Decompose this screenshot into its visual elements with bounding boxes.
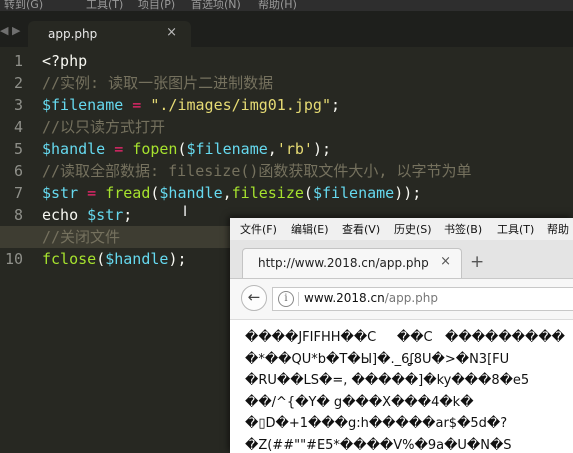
browser-window: 文件(F) 编辑(E) 查看(V) 历史(S) 书签(B) 工具(T) 帮助 h… [230,218,573,453]
code-token: ); [168,250,187,268]
back-arrow-icon[interactable]: ← [241,285,267,311]
menu-preferences[interactable]: 首选项(N) [191,0,241,11]
line-number: 6 [13,162,23,180]
code-token: ; [123,206,133,224]
code-token: $str [42,184,79,202]
address-separator [298,292,299,306]
code-token: ( [303,184,313,202]
code-token: = [123,96,151,114]
text-cursor-icon: I [183,204,188,220]
line-number: 4 [13,118,23,136]
code-token: 'rb' [276,140,313,158]
browser-nav-bar: ← i www.2018.cn/app.php [230,279,573,320]
code-token: filesize [231,184,304,202]
editor-menu-bar: 转到(G) 工具(T) 项目(P) 首选项(N) 帮助(H) [0,0,573,11]
code-token: $handle [159,184,223,202]
binary-text-line: �▯D�+1���g:h�����ar$�5d�? [245,416,508,431]
line-number: 5 [13,140,23,158]
code-token: fread [105,184,151,202]
browser-tab-title: http://www.2018.cn/app.php [258,256,429,270]
code-line[interactable]: //实例: 读取一张图片二进制数据 [42,72,573,94]
code-token: ); [312,140,331,158]
tab-nav-arrows-icon[interactable]: ◀ ▶ [0,24,20,37]
menu-goto[interactable]: 转到(G) [4,0,43,11]
code-token: ( [177,140,187,158]
browser-menu-tools[interactable]: 工具(T) [497,221,534,237]
code-token: echo [42,206,88,224]
binary-text-line: ��/^{�Y� g���X���4�k� [245,394,474,410]
code-token: fopen [132,140,178,158]
code-token: ; [331,96,341,114]
address-bar[interactable]: i www.2018.cn/app.php [272,287,573,311]
editor-tab-strip: ◀ ▶ app.php × [0,11,573,47]
browser-menu-bar: 文件(F) 编辑(E) 查看(V) 历史(S) 书签(B) 工具(T) 帮助 [230,218,573,240]
code-token: , [267,140,277,158]
close-icon[interactable]: × [166,25,177,40]
url-path: /app.php [384,291,439,305]
code-token: $filename [186,140,268,158]
code-token: ( [96,250,106,268]
code-token: //读取全部数据: filesize()函数获取文件大小, 以字节为单 [42,162,472,180]
code-line[interactable]: <?php [42,50,573,72]
code-token: //以只读方式打开 [42,118,166,136]
code-token: <?php [42,52,88,70]
code-token: , [222,184,232,202]
binary-text-line: �*��QU*b�T�Ы]�._6ʆ8U�>�N3[FU [245,351,510,367]
code-token: )); [394,184,422,202]
code-token: $handle [105,250,169,268]
code-token: $handle [42,140,106,158]
code-token: "./images/img01.jpg" [150,96,331,114]
code-token: $filename [42,96,124,114]
code-token: $str [87,206,124,224]
url-host: www.2018.cn [304,291,385,305]
new-tab-plus-icon[interactable]: + [470,252,484,272]
browser-menu-history[interactable]: 历史(S) [394,221,432,237]
menu-tools[interactable]: 工具(T) [86,0,123,11]
code-line[interactable]: $filename = "./images/img01.jpg"; [42,94,573,116]
code-line[interactable]: $handle = fopen($filename,'rb'); [42,138,573,160]
binary-text-line: �RU��LS�=, �����]�ky���8�e5 [245,373,530,388]
browser-menu-bookmarks[interactable]: 书签(B) [444,221,482,237]
code-line[interactable]: $str = fread($handle,filesize($filename)… [42,182,573,204]
line-number: 7 [13,184,23,202]
browser-tab[interactable]: http://www.2018.cn/app.php × [242,248,462,278]
code-line[interactable]: //以只读方式打开 [42,116,573,138]
line-number: 10 [4,250,23,268]
code-token: = [78,184,106,202]
browser-tab-strip: http://www.2018.cn/app.php × + [230,240,573,279]
code-token: //实例: 读取一张图片二进制数据 [42,74,274,92]
code-token: fclose [42,250,97,268]
line-number: 8 [13,206,23,224]
line-number: 1 [13,52,23,70]
code-token: = [105,140,133,158]
code-token: $filename [312,184,395,202]
page-content: ����JFIFHH��C ��C ��������� �*��QU*b�T�Ы]… [230,320,573,453]
browser-menu-help[interactable]: 帮助 [547,221,569,237]
binary-text-line: ����JFIFHH��C ��C ��������� [245,330,565,345]
browser-menu-file[interactable]: 文件(F) [240,221,277,237]
code-line[interactable]: //读取全部数据: filesize()函数获取文件大小, 以字节为单 [42,160,573,182]
tab-app-php[interactable]: app.php × [28,21,191,47]
line-number: 2 [13,74,23,92]
code-token: //关闭文件 [42,228,121,246]
browser-menu-edit[interactable]: 编辑(E) [291,221,329,237]
browser-menu-view[interactable]: 查看(V) [342,221,380,237]
address-url: www.2018.cn/app.php [304,291,438,305]
line-number: 3 [13,96,23,114]
tab-label: app.php [48,27,98,41]
info-icon[interactable]: i [278,291,294,307]
close-icon[interactable]: × [440,254,451,269]
binary-text-line: �Z(##""#E5*����V%�9a�U�N�S [245,437,512,453]
menu-project[interactable]: 项目(P) [138,0,175,11]
menu-help[interactable]: 帮助(H) [258,0,297,11]
